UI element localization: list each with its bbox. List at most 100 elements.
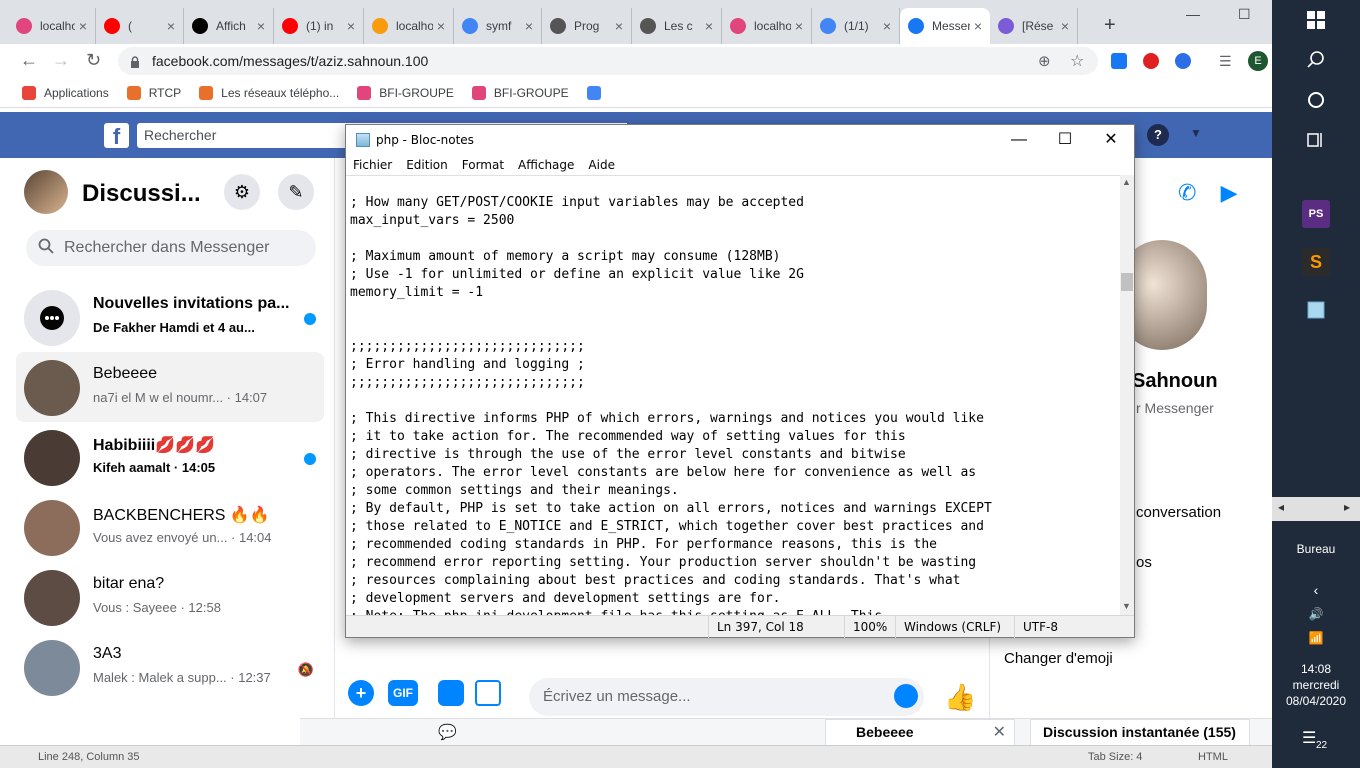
conversation-item[interactable]: Bebeeee na7i el M w el noumr... · 14:07 xyxy=(16,352,324,422)
editor-language[interactable]: HTML xyxy=(1198,751,1228,763)
bookmark-item[interactable]: Applications xyxy=(22,85,109,100)
close-icon[interactable]: × xyxy=(795,18,803,34)
tab-9[interactable]: localhost × xyxy=(722,8,812,44)
profile-avatar[interactable]: E xyxy=(1248,51,1268,71)
instant-chat-tab[interactable]: Discussion instantanée (155) xyxy=(1030,719,1250,746)
sublime-text-icon[interactable]: S xyxy=(1302,248,1330,276)
back-icon[interactable]: ← xyxy=(20,50,38,71)
windows-start-icon[interactable] xyxy=(1302,6,1330,34)
sticker-icon[interactable] xyxy=(438,680,464,706)
tab-6[interactable]: symf × xyxy=(454,8,542,44)
bookmark-item[interactable] xyxy=(586,85,609,100)
new-message-icon[interactable]: ✎ xyxy=(278,174,314,210)
tab-4[interactable]: (1) in × xyxy=(274,8,364,44)
zoom-icon[interactable]: ⊕ xyxy=(1038,52,1051,70)
minimize-button[interactable]: — xyxy=(1186,6,1200,22)
conversation-item[interactable]: 3A3 Malek : Malek a supp... · 12:37 🔕 xyxy=(16,632,324,702)
message-input[interactable]: Écrivez un message... xyxy=(529,678,924,716)
maximize-button[interactable]: ☐ xyxy=(1238,6,1251,23)
help-icon[interactable]: ? xyxy=(1147,124,1169,146)
tab-1[interactable]: localhost × xyxy=(8,8,96,44)
facebook-extension-icon[interactable] xyxy=(1111,53,1127,69)
scrollbar-thumb[interactable] xyxy=(1121,273,1133,291)
settings-gear-icon[interactable]: ⚙ xyxy=(224,174,260,210)
tab-10[interactable]: (1/1) × xyxy=(812,8,900,44)
adblock-extension-icon[interactable] xyxy=(1143,53,1159,69)
maximize-button[interactable]: ☐ xyxy=(1042,128,1088,152)
facebook-logo-icon[interactable]: f xyxy=(104,123,129,149)
avatar[interactable] xyxy=(24,170,68,214)
notepad-titlebar[interactable]: php - Bloc-notes — ☐ ✕ xyxy=(346,125,1134,155)
thumbs-up-icon[interactable]: 👍 xyxy=(944,682,976,713)
close-icon[interactable]: × xyxy=(1061,18,1069,34)
close-icon[interactable]: ✕ xyxy=(993,722,1006,742)
clock[interactable]: 14:08 mercredi 08/04/2020 xyxy=(1272,661,1360,709)
tab-7[interactable]: Prog × xyxy=(542,8,632,44)
close-button[interactable]: ✕ xyxy=(1088,128,1134,152)
close-icon[interactable]: × xyxy=(883,18,891,34)
dock-chat-tab[interactable]: Bebeeee ✕ xyxy=(825,719,1015,746)
chevron-right-icon[interactable]: ▸ xyxy=(1344,500,1350,514)
cortana-icon[interactable] xyxy=(1302,86,1330,114)
chevron-left-icon[interactable]: ◂ xyxy=(1278,500,1284,514)
close-icon[interactable]: × xyxy=(705,18,713,34)
menu-format[interactable]: Format xyxy=(462,158,504,172)
bookmark-star-icon[interactable]: ☆ xyxy=(1070,51,1084,71)
conversation-option[interactable]: conversation xyxy=(1136,504,1221,521)
chat-bubble-icon[interactable]: 💬 xyxy=(428,719,472,746)
bookmark-item[interactable]: RTCP xyxy=(126,85,181,100)
notepad-text-area[interactable]: ; How many GET/POST/COOKIE input variabl… xyxy=(346,175,1120,615)
search-icon[interactable] xyxy=(1302,46,1330,74)
messenger-search-input[interactable]: Rechercher dans Messenger xyxy=(26,230,316,266)
reload-icon[interactable]: ↻ xyxy=(86,50,101,71)
change-emoji-option[interactable]: Changer d'emoji xyxy=(1004,650,1113,667)
menu-affichage[interactable]: Affichage xyxy=(518,158,574,172)
gif-icon[interactable]: GIF xyxy=(388,680,418,706)
reading-list-icon[interactable]: ☰ xyxy=(1219,53,1235,69)
phone-icon[interactable]: ✆ xyxy=(1178,180,1196,205)
close-icon[interactable]: × xyxy=(615,18,623,34)
bookmark-item[interactable]: BFI-GROUPE xyxy=(471,85,569,100)
menu-aide[interactable]: Aide xyxy=(588,158,615,172)
scroll-up-icon[interactable]: ▲ xyxy=(1122,177,1131,187)
notepad-taskbar-icon[interactable] xyxy=(1302,296,1330,324)
tab-2[interactable]: (× xyxy=(96,8,184,44)
close-icon[interactable]: × xyxy=(437,18,445,34)
close-icon[interactable]: × xyxy=(525,18,533,34)
close-icon[interactable]: × xyxy=(974,18,982,34)
new-tab-button[interactable]: + xyxy=(1104,14,1116,37)
notification-center-icon[interactable]: ☰ 22 xyxy=(1302,728,1330,756)
tab-8[interactable]: Les c × xyxy=(632,8,722,44)
wifi-icon[interactable]: 📶 xyxy=(1302,624,1330,652)
conversation-item[interactable]: BACKBENCHERS 🔥🔥 Vous avez envoyé un... · … xyxy=(16,492,324,562)
conversation-item[interactable]: bitar ena? Vous : Sayeee · 12:58 xyxy=(16,562,324,632)
address-bar[interactable]: facebook.com/messages/t/aziz.sahnoun.100 xyxy=(118,47,1098,75)
tab-11[interactable]: Messenger × xyxy=(900,8,990,44)
desktop-label[interactable]: Bureau xyxy=(1272,542,1360,556)
overflow-bar[interactable]: ◂ ▸ xyxy=(1272,497,1360,521)
phpstorm-icon[interactable]: PS xyxy=(1302,200,1330,228)
bookmark-item[interactable]: Les réseaux télépho... xyxy=(199,85,339,100)
tab-3[interactable]: Affich × xyxy=(184,8,274,44)
close-icon[interactable]: × xyxy=(257,18,265,34)
add-icon[interactable]: + xyxy=(348,680,374,706)
forward-icon[interactable]: → xyxy=(52,50,70,71)
close-icon[interactable]: × xyxy=(347,18,355,34)
menu-edition[interactable]: Edition xyxy=(406,158,448,172)
tab-5[interactable]: localhost × xyxy=(364,8,454,44)
task-view-icon[interactable] xyxy=(1302,126,1330,154)
chevron-down-icon[interactable]: ▼ xyxy=(1190,126,1202,140)
close-icon[interactable]: × xyxy=(167,18,175,34)
extension-icon[interactable] xyxy=(1175,53,1191,69)
conversation-item[interactable]: Nouvelles invitations pa... De Fakher Ham… xyxy=(16,282,324,352)
editor-tab-size[interactable]: Tab Size: 4 xyxy=(1088,751,1142,763)
minimize-button[interactable]: — xyxy=(996,128,1042,152)
tab-12[interactable]: [Rése × xyxy=(990,8,1078,44)
photo-icon[interactable] xyxy=(475,680,501,706)
vertical-scrollbar[interactable]: ▲ ▼ xyxy=(1120,175,1134,615)
menu-fichier[interactable]: Fichier xyxy=(353,158,392,172)
conversation-item[interactable]: Habibiiii💋💋💋 Kifeh aamalt · 14:05 xyxy=(16,422,324,492)
scroll-down-icon[interactable]: ▼ xyxy=(1122,601,1131,611)
other-option[interactable]: os xyxy=(1136,554,1152,571)
bookmark-item[interactable]: BFI-GROUPE xyxy=(357,85,454,100)
